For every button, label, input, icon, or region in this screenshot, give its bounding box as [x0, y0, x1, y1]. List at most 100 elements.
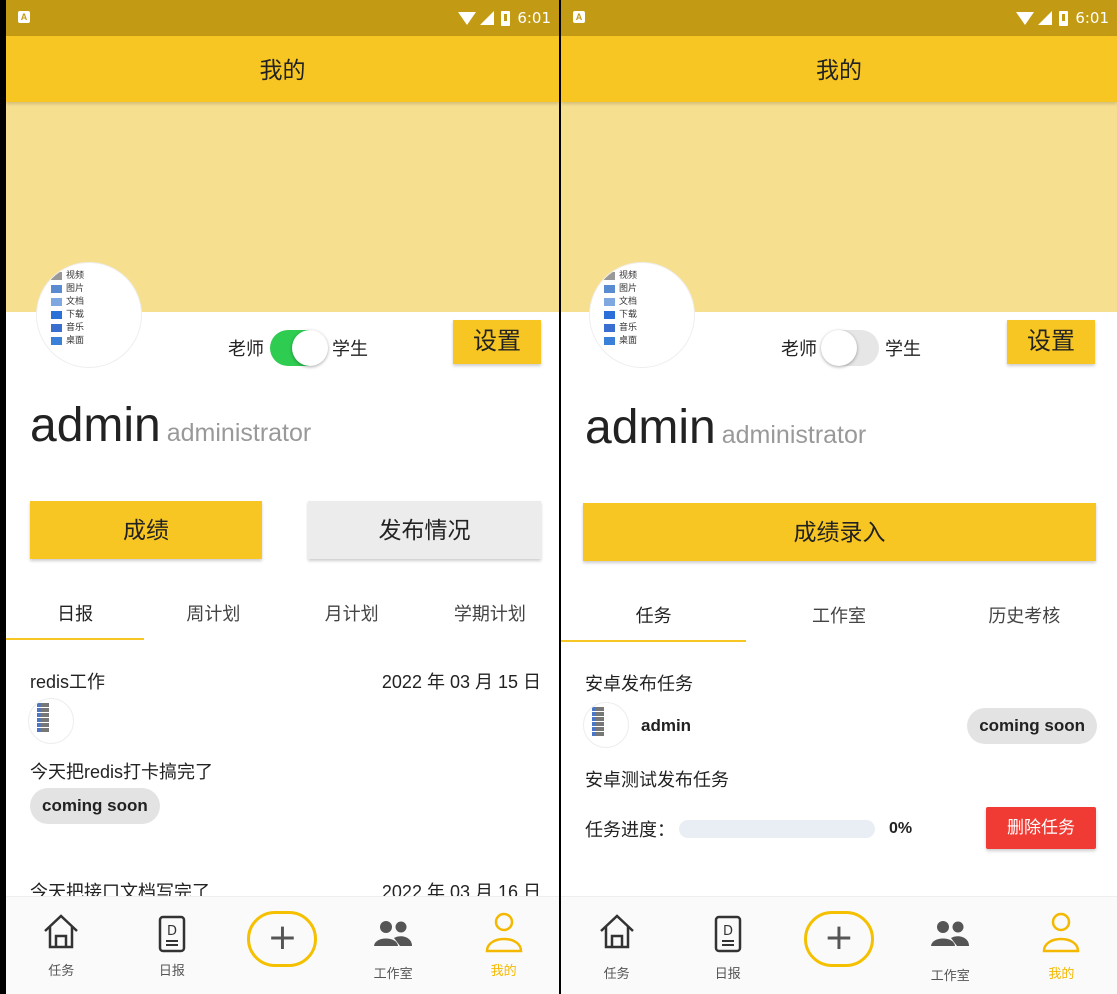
- user-role: administrator: [721, 421, 867, 449]
- score-entry-button[interactable]: 成绩录入: [583, 503, 1096, 561]
- user-icon: [1043, 912, 1080, 953]
- report-icon: D: [158, 915, 186, 953]
- username: admin: [585, 401, 716, 454]
- user-name-block: admin administrator: [585, 400, 866, 455]
- role-toggle[interactable]: [821, 330, 879, 366]
- avatar[interactable]: 视频 图片 文档 下载 音乐 桌面: [589, 262, 695, 368]
- list-item[interactable]: 安卓发布任务 admin coming soon 安卓测试发布任务 任务进度： …: [561, 668, 1117, 868]
- avatar-folder-row: 下载: [604, 308, 694, 321]
- wifi-icon: [458, 11, 477, 25]
- plan-tabs: 日报 周计划 月计划 学期计划: [6, 594, 559, 640]
- report-author-avatar: [28, 698, 74, 744]
- delete-task-button[interactable]: 删除任务: [986, 807, 1096, 849]
- clock: 6:01: [517, 9, 551, 27]
- tab-tasks[interactable]: 任务: [561, 596, 747, 642]
- task-author-avatar: [583, 702, 629, 748]
- settings-button[interactable]: 设置: [453, 320, 541, 364]
- task-list: 安卓发布任务 admin coming soon 安卓测试发布任务 任务进度： …: [561, 668, 1117, 868]
- avatar-folder-row: 桌面: [51, 334, 141, 347]
- avatar-folder-row: 桌面: [604, 334, 694, 347]
- svg-text:D: D: [723, 924, 733, 939]
- progress-bar: [679, 820, 875, 838]
- scores-button[interactable]: 成绩: [30, 501, 262, 559]
- task-title: 安卓发布任务: [585, 674, 693, 694]
- nav-mine-label: 我的: [1048, 966, 1075, 981]
- nav-studio[interactable]: 工作室: [338, 897, 449, 994]
- battery-icon: [1059, 10, 1069, 26]
- nav-task-label: 任务: [603, 966, 630, 981]
- report-list: redis工作 2022 年 03 月 15 日 今天把redis打卡搞完了 c…: [6, 666, 559, 906]
- report-title: redis工作: [30, 672, 106, 692]
- avatar-folder-row: 图片: [51, 282, 141, 295]
- tab-semester[interactable]: 学期计划: [421, 594, 559, 640]
- nav-mine[interactable]: 我的: [448, 897, 559, 994]
- settings-button[interactable]: 设置: [1007, 320, 1095, 364]
- system-icons: 6:01: [1016, 9, 1109, 27]
- report-text: 今天把redis打卡搞完了: [30, 762, 214, 782]
- username: admin: [30, 399, 161, 452]
- nav-report[interactable]: D 日报: [117, 897, 228, 994]
- wifi-icon: [1016, 11, 1035, 25]
- user-name-block: admin administrator: [30, 398, 311, 453]
- nav-task[interactable]: 任务: [561, 897, 672, 994]
- status-badge: coming soon: [30, 788, 160, 824]
- role-teacher-label: 老师: [228, 339, 264, 359]
- people-icon: [374, 921, 413, 946]
- tab-daily[interactable]: 日报: [6, 594, 145, 640]
- add-icon: +: [804, 911, 874, 967]
- nav-add[interactable]: +: [783, 897, 894, 994]
- role-switch: 老师 学生: [781, 330, 921, 366]
- role-student-label: 学生: [332, 339, 368, 359]
- list-item[interactable]: redis工作 2022 年 03 月 15 日 今天把redis打卡搞完了 c…: [6, 666, 559, 866]
- user-icon: [485, 912, 522, 953]
- signal-icon: [480, 11, 495, 25]
- toggle-knob: [292, 330, 328, 366]
- add-icon: +: [247, 911, 318, 967]
- task-author: admin: [641, 716, 692, 735]
- clock: 6:01: [1075, 9, 1109, 27]
- nav-report-label: 日报: [714, 966, 741, 981]
- avatar-folder-row: 下载: [51, 308, 141, 321]
- task-progress: 任务进度： 0%: [585, 816, 912, 842]
- role-switch: 老师 学生: [228, 330, 368, 366]
- tab-history-exam[interactable]: 历史考核: [932, 596, 1117, 642]
- avatar-folder-row: 音乐: [51, 321, 141, 334]
- nav-mine-label: 我的: [490, 963, 517, 978]
- role-teacher-label: 老师: [781, 339, 817, 359]
- tab-monthly[interactable]: 月计划: [283, 594, 421, 640]
- report-date: 2022 年 03 月 15 日: [381, 672, 541, 692]
- studio-tabs: 任务 工作室 历史考核: [561, 596, 1117, 642]
- progress-label: 任务进度：: [585, 820, 675, 840]
- role-student-label: 学生: [885, 339, 921, 359]
- page-title: 我的: [561, 36, 1117, 102]
- nav-add[interactable]: +: [227, 897, 338, 994]
- notification-icon: A: [18, 11, 30, 23]
- tab-weekly[interactable]: 周计划: [144, 594, 282, 640]
- nav-report[interactable]: D 日报: [672, 897, 783, 994]
- people-icon: [931, 921, 970, 946]
- page-title: 我的: [6, 36, 559, 102]
- progress-value: 0%: [889, 820, 913, 837]
- nav-studio-label: 工作室: [373, 966, 413, 981]
- home-icon: [44, 914, 79, 949]
- bottom-nav: 任务 D 日报 + 工作室 我的: [6, 896, 559, 994]
- publish-status-button[interactable]: 发布情况: [308, 501, 541, 559]
- nav-mine[interactable]: 我的: [1006, 897, 1117, 994]
- task-description: 安卓测试发布任务: [585, 770, 729, 790]
- avatar-folder-row: 音乐: [604, 321, 694, 334]
- status-bar: A 6:01: [561, 0, 1117, 36]
- role-toggle[interactable]: [270, 330, 328, 366]
- signal-icon: [1038, 11, 1053, 25]
- tab-studio[interactable]: 工作室: [746, 596, 931, 642]
- user-role: administrator: [166, 419, 312, 447]
- avatar[interactable]: 视频 图片 文档 下载 音乐 桌面: [36, 262, 142, 368]
- nav-task[interactable]: 任务: [6, 897, 117, 994]
- avatar-folder-row: 文档: [51, 295, 141, 308]
- nav-studio[interactable]: 工作室: [895, 897, 1006, 994]
- notification-icon: A: [573, 11, 585, 23]
- svg-text:D: D: [167, 924, 177, 939]
- nav-task-label: 任务: [48, 963, 75, 978]
- battery-icon: [501, 10, 511, 26]
- home-icon: [599, 914, 634, 949]
- status-badge: coming soon: [967, 708, 1097, 744]
